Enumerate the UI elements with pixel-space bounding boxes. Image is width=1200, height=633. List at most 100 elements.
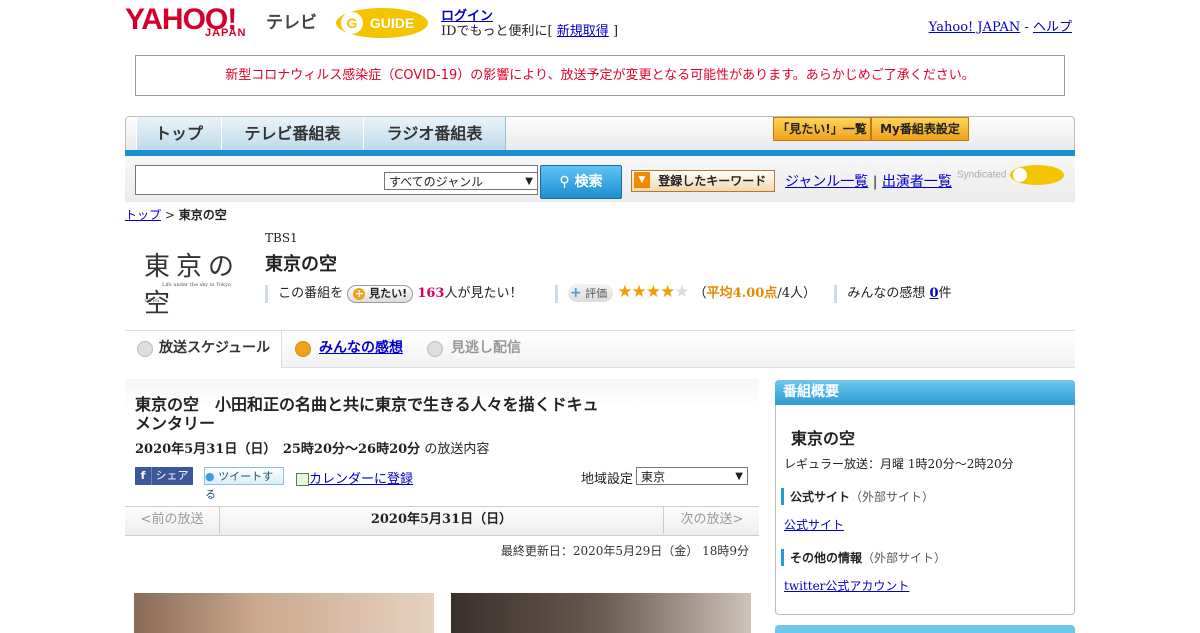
episode-photo: [134, 593, 434, 633]
mitai-count: 163: [417, 286, 445, 301]
dropdown-arrow-icon: ▼: [634, 172, 650, 188]
syndicated-text: Syndicated: [957, 169, 1007, 181]
breadcrumb-top-link[interactable]: トップ: [125, 208, 161, 222]
help-link[interactable]: ヘルプ: [1033, 20, 1072, 35]
registered-keyword-button[interactable]: ▼ 登録したキーワード: [631, 170, 775, 192]
region-select[interactable]: 東京 ▼: [636, 467, 748, 485]
twitter-account-link[interactable]: twitter公式アカウント: [784, 579, 909, 593]
covid-notice: 新型コロナウィルス感染症（COVID-19）の影響により、放送予定が変更となる可…: [135, 55, 1065, 96]
search-icon: ⚲: [559, 174, 570, 190]
episode-date-suffix: の放送内容: [424, 442, 490, 457]
play-icon: [427, 341, 443, 357]
plus-icon: +: [569, 285, 582, 301]
yahoo-japan-link[interactable]: Yahoo! JAPAN: [929, 20, 1021, 35]
external-site-note: （外部サイト）: [850, 490, 935, 504]
rating-average: 平均4.00点: [706, 286, 778, 301]
episode-photo: [451, 593, 751, 633]
mitai-prefix: この番組を: [278, 286, 344, 301]
program-summary-heading-text: 番組概要: [783, 384, 839, 400]
regular-broadcast: レギュラー放送：月曜 1時20分～2時20分: [784, 457, 1014, 471]
stat-divider: [265, 284, 268, 303]
breadcrumb-separator: >: [164, 208, 175, 222]
login-subtext: IDでもっと便利に[ 新規取得 ]: [441, 20, 618, 39]
mitai-suffix: 人が見たい！: [444, 286, 523, 301]
chevron-down-icon: ▼: [735, 471, 743, 482]
nav-tab-radio-listings[interactable]: ラジオ番組表: [363, 117, 506, 151]
prev-broadcast-link[interactable]: <前の放送: [125, 506, 220, 534]
top-links-separator: -: [1024, 20, 1029, 35]
genre-list-link[interactable]: ジャンル一覧: [785, 174, 868, 190]
program-stats: この番組を + 見たい! 163人が見たい！ + 評価 ★★★★★ （平均4.0…: [265, 282, 952, 303]
login-sub-prefix: IDでもっと便利に[: [441, 24, 553, 39]
registered-keyword-label: 登録したキーワード: [658, 174, 767, 188]
facebook-share-label: シェア: [155, 469, 189, 482]
svg-text:G: G: [347, 15, 358, 31]
gguide-small-logo: [1010, 165, 1065, 185]
genre-cast-links: ジャンル一覧 | 出演者一覧: [785, 171, 952, 191]
calendar-register-link[interactable]: カレンダーに登録: [309, 472, 413, 487]
program-summary-heading: 番組概要: [775, 380, 1075, 405]
tab-impressions-label: みんなの感想: [319, 340, 403, 356]
nav-tab-tv-listings[interactable]: テレビ番組表: [221, 117, 364, 151]
mitai-button-label: 見たい!: [369, 287, 408, 300]
genre-select-value: すべてのジャンル: [389, 175, 484, 189]
mitai-list-button[interactable]: 「見たい!」一覧: [773, 117, 871, 141]
my-settings-button[interactable]: My番組表設定: [871, 117, 969, 141]
gguide-logo-text: GUIDE: [370, 15, 414, 31]
breadcrumb-current: 東京の空: [178, 208, 227, 222]
last-updated: 最終更新日：2020年5月29日（金） 18時9分: [500, 544, 749, 558]
rating-label: 評価: [585, 287, 608, 300]
impressions-label: みんなの感想: [847, 286, 926, 301]
chevron-down-icon: [137, 341, 153, 357]
tab-catchup-streaming[interactable]: 見逃し配信: [417, 331, 571, 367]
tab-broadcast-schedule[interactable]: 放送スケジュール: [125, 331, 282, 368]
tv-logo-text[interactable]: テレビ: [266, 8, 317, 33]
plus-icon: +: [353, 287, 366, 300]
tweet-button[interactable]: ● ツイートする: [204, 467, 284, 501]
next-panel-heading: [775, 625, 1075, 633]
rating-open: （: [693, 286, 707, 301]
twitter-link-wrap: twitter公式アカウント: [784, 577, 909, 594]
syndicated-gguide: Syndicated: [957, 164, 1065, 186]
breadcrumb: トップ > 東京の空: [125, 206, 227, 223]
nav-tab-top[interactable]: トップ: [136, 117, 222, 151]
program-title: 東京の空: [265, 254, 337, 275]
login-sub-suffix: ]: [612, 24, 619, 39]
yahoo-japan-logo-text: JAPAN: [205, 27, 247, 39]
other-info-label: その他の情報: [790, 551, 863, 565]
episode-datetime: 2020年5月31日（日） 25時20分～26時20分: [135, 442, 421, 457]
facebook-share-button[interactable]: f シェア: [135, 467, 193, 485]
thumbnail-copyright: ©TBS: [144, 298, 160, 304]
mitai-button[interactable]: + 見たい!: [347, 285, 414, 303]
region-label: 地域設定: [581, 472, 634, 487]
facebook-icon: f: [135, 467, 152, 485]
station-name: TBS1: [265, 231, 298, 245]
summary-program-title: 東京の空: [791, 429, 856, 448]
twitter-icon: ●: [205, 470, 215, 483]
register-link[interactable]: 新規取得: [557, 24, 609, 39]
next-broadcast-link[interactable]: 次の放送>: [663, 506, 760, 534]
region-select-value: 東京: [641, 470, 666, 484]
official-site-link-wrap: 公式サイト: [784, 516, 844, 533]
play-icon: [295, 341, 311, 357]
search-button[interactable]: ⚲ 検索: [540, 165, 622, 199]
other-info-section: その他の情報（外部サイト）: [781, 549, 946, 566]
cast-list-link[interactable]: 出演者一覧: [882, 174, 952, 190]
official-site-link[interactable]: 公式サイト: [784, 518, 844, 532]
episode-date: 2020年5月31日（日） 25時20分～26時20分 の放送内容: [135, 438, 489, 457]
calendar-register: カレンダーに登録: [296, 468, 413, 487]
tab-catchup-label: 見逃し配信: [451, 340, 521, 356]
rating-badge[interactable]: + 評価: [567, 284, 614, 302]
thumbnail-subtitle: Life under the sky in Tokyo: [162, 282, 231, 288]
impressions-count-link[interactable]: 0: [930, 286, 939, 301]
rating-people: /4人）: [777, 286, 816, 301]
rating-star-empty: ★: [674, 282, 690, 302]
link-divider: |: [872, 174, 878, 190]
rating-stars: ★★★★: [617, 282, 675, 302]
episode-title: 東京の空 小田和正の名曲と共に東京で生きる人々を描くドキュメンタリー: [135, 395, 599, 433]
current-broadcast-date: 2020年5月31日（日）: [370, 512, 513, 527]
top-links: Yahoo! JAPAN - ヘルプ: [929, 16, 1072, 35]
genre-select[interactable]: すべてのジャンル ▼: [384, 172, 538, 190]
official-site-section: 公式サイト（外部サイト）: [781, 488, 934, 505]
calendar-icon: [296, 473, 309, 486]
